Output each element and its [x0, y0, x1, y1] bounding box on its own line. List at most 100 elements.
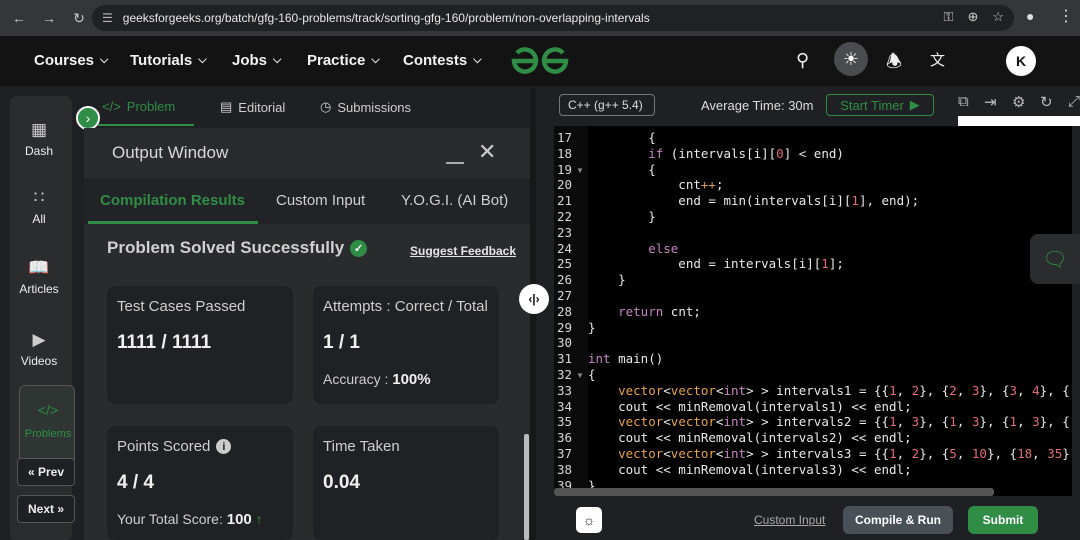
code-line: {: [588, 130, 656, 145]
back-icon[interactable]: ←: [8, 7, 30, 29]
code-line: }: [588, 272, 626, 288]
editor-horizontal-scrollbar[interactable]: [554, 488, 994, 496]
card-label: Attempts : Correct / Total: [323, 298, 488, 315]
expand-panel-icon[interactable]: ›: [76, 106, 100, 130]
card-value: 1 / 1: [323, 332, 360, 353]
chat-icon[interactable]: 🗨: [1030, 234, 1080, 284]
menu-tutorials[interactable]: Tutorials ⌵: [130, 52, 207, 69]
tab-editorial[interactable]: ▤ Editorial: [220, 99, 285, 115]
menu-courses[interactable]: Courses ⌵: [34, 52, 108, 69]
zoom-icon[interactable]: ⊕: [967, 9, 978, 25]
menu-practice[interactable]: Practice ⌵: [307, 52, 380, 69]
profile-icon[interactable]: ●: [1026, 8, 1034, 24]
reload-icon[interactable]: ↻: [68, 7, 90, 29]
address-bar[interactable]: ☰ geeksforgeeks.org/batch/gfg-160-proble…: [92, 5, 1014, 31]
menu-jobs[interactable]: Jobs ⌵: [232, 52, 281, 69]
line-number: 30: [556, 335, 572, 351]
card-value: 1111 / 1111: [117, 332, 212, 353]
gfg-logo-icon[interactable]: [508, 44, 572, 78]
export-icon[interactable]: ⇥: [984, 93, 997, 111]
code-line: vector<vector<int> > intervals1 = {{1, 2…: [618, 382, 1070, 398]
code-line: }: [588, 209, 656, 224]
status-text: Problem Solved Successfully: [107, 238, 345, 257]
forward-icon[interactable]: →: [38, 7, 60, 29]
start-timer-button[interactable]: Start Timer ▶: [826, 94, 934, 116]
output-scrollbar[interactable]: [524, 434, 529, 540]
menu-label: Practice: [307, 52, 366, 69]
line-number: 36: [556, 430, 572, 446]
line-number: 32: [556, 367, 572, 382]
line-number: 26: [556, 272, 572, 288]
menu-label: Contests: [403, 52, 468, 69]
code-line: vector<vector<int> > intervals2 = {{1, 3…: [618, 414, 1070, 430]
tab-compilation-results[interactable]: Compilation Results: [100, 192, 245, 209]
line-number: 19: [556, 161, 572, 177]
translate-icon[interactable]: 文: [930, 49, 945, 70]
accuracy-value: 100%: [392, 371, 431, 388]
chevron-down-icon: ⌵: [273, 54, 282, 66]
output-window-title: Output Window: [112, 143, 229, 162]
document-icon: ▤: [220, 99, 233, 114]
fullscreen-icon[interactable]: ⤢: [1068, 93, 1080, 110]
sidebar-item-all[interactable]: ∷ All: [4, 188, 74, 226]
resize-handle-icon[interactable]: ‹|›: [519, 284, 549, 314]
compile-run-button[interactable]: Compile & Run: [843, 506, 953, 534]
language-select[interactable]: C++ (g++ 5.4): [559, 94, 655, 116]
code-editor[interactable]: 17 {18 if (intervals[i][0] < end) 19 ▼ {20…: [554, 126, 1072, 496]
fold-arrow-icon[interactable]: ▼: [576, 371, 584, 380]
sidebar-item-articles[interactable]: 📖 Articles: [4, 258, 74, 296]
code-line: {: [588, 161, 656, 177]
browser-menu-icon[interactable]: ⋮: [1058, 6, 1074, 26]
url-text: geeksforgeeks.org/batch/gfg-160-problems…: [122, 11, 650, 25]
line-number: 27: [556, 288, 572, 303]
panel-splitter[interactable]: [530, 88, 536, 540]
sidebar-item-dash[interactable]: ▦ Dash: [4, 120, 74, 158]
code-icon: </>: [102, 99, 121, 114]
line-number: 22: [556, 209, 572, 224]
search-icon[interactable]: ⚲: [796, 50, 809, 71]
sidebar-item-problems[interactable]: </> Problems: [19, 385, 75, 465]
total-score-value: 100: [226, 511, 252, 528]
tab-yogi-ai-bot[interactable]: Y.O.G.I. (AI Bot): [401, 192, 508, 209]
card-value: 4 / 4: [117, 472, 154, 493]
editor-bottom-bar: ☼ Custom Input Compile & Run Submit: [538, 498, 1080, 540]
site-info-icon[interactable]: ☰: [102, 11, 113, 25]
line-number: 28: [556, 303, 572, 319]
info-icon[interactable]: i: [216, 439, 232, 454]
theme-toggle-icon[interactable]: ☀: [834, 42, 868, 76]
close-icon[interactable]: ✕: [478, 141, 496, 163]
tab-submissions[interactable]: ◷ Submissions: [320, 99, 411, 115]
prev-button[interactable]: « Prev: [17, 458, 75, 486]
menu-contests[interactable]: Contests ⌵: [403, 52, 482, 69]
custom-input-link[interactable]: Custom Input: [754, 513, 825, 527]
submit-button[interactable]: Submit: [968, 506, 1038, 534]
line-number: 23: [556, 224, 572, 240]
line-number: 38: [556, 461, 572, 477]
code-line: cout << minRemoval(intervals3) << endl;: [588, 461, 912, 477]
line-number: 18: [556, 145, 572, 161]
line-number: 17: [556, 130, 572, 145]
minimize-icon[interactable]: [446, 162, 464, 164]
sidebar-item-label: All: [32, 212, 46, 226]
key-icon[interactable]: ⚿: [944, 9, 954, 25]
sidebar-item-videos[interactable]: ▶ Videos: [4, 330, 74, 368]
copy-icon[interactable]: ⧉: [958, 93, 969, 110]
total-score-row: Your Total Score: 100 ↑: [117, 511, 263, 528]
browser-toolbar: ← → ↻ ☰ geeksforgeeks.org/batch/gfg-160-…: [0, 0, 1080, 36]
check-circle-icon: ✓: [350, 239, 368, 257]
bookmark-star-icon[interactable]: ☆: [992, 9, 1004, 25]
output-tabs: Compilation Results Custom Input Y.O.G.I…: [84, 178, 530, 224]
suggest-feedback-link[interactable]: Suggest Feedback: [410, 244, 516, 258]
bell-icon[interactable]: 🕭: [886, 49, 902, 79]
tab-custom-input[interactable]: Custom Input: [276, 192, 365, 209]
avatar[interactable]: K: [1006, 46, 1036, 76]
test-cases-card: Test Cases Passed 1111 / 1111: [107, 286, 293, 404]
reset-icon[interactable]: ↻: [1040, 93, 1053, 111]
tab-problem[interactable]: </> Problem: [102, 99, 175, 114]
success-status: Problem Solved Successfully ✓: [107, 238, 368, 258]
next-button[interactable]: Next »: [17, 495, 75, 523]
settings-gear-icon[interactable]: ⚙: [1012, 93, 1025, 111]
card-label: Points Scored: [117, 438, 211, 455]
lightbulb-icon[interactable]: ☼: [576, 507, 602, 533]
fold-arrow-icon[interactable]: ▼: [576, 166, 584, 175]
